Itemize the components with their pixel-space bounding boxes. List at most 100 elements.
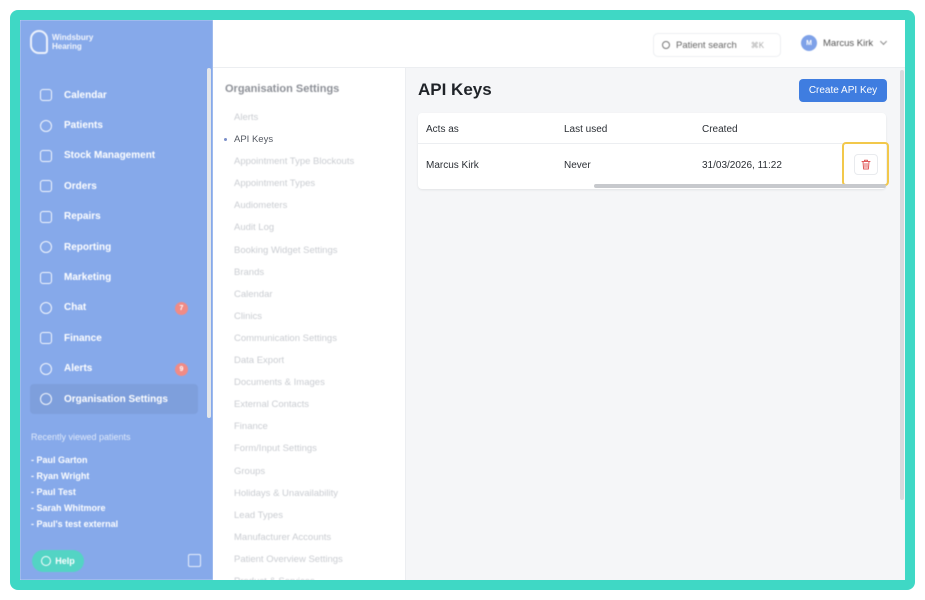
settings-item-product-services[interactable]: Product & Services [234, 571, 354, 580]
sidebar-item-alerts[interactable]: Alerts 9 [30, 354, 198, 384]
alerts-badge: 9 [175, 362, 188, 376]
page-title: API Keys [418, 80, 492, 99]
sidebar-item-label: Calendar [64, 89, 107, 101]
bell-icon [40, 362, 52, 375]
sidebar-item-chat[interactable]: Chat 7 [30, 293, 198, 323]
patients-icon [40, 119, 52, 132]
avatar: M [801, 35, 817, 51]
cell-last-used: Never [564, 160, 591, 171]
recent-patients-list: - Paul Garton - Ryan Wright - Paul Test … [31, 452, 118, 532]
recent-patient-item[interactable]: - Ryan Wright [31, 468, 118, 484]
help-button[interactable]: Help [32, 550, 84, 572]
create-api-key-button[interactable]: Create API Key [799, 79, 887, 102]
settings-item-api-keys[interactable]: API Keys [223, 129, 354, 151]
settings-item-booking-widget-settings[interactable]: Booking Widget Settings [234, 240, 354, 262]
sidebar-item-label: Repairs [64, 211, 101, 223]
settings-item-form-input-settings[interactable]: Form/Input Settings [234, 438, 354, 460]
sidebar-item-label: Alerts [64, 363, 93, 375]
top-bar: Patient search ⌘K M Marcus Kirk [213, 20, 905, 68]
user-name: Marcus Kirk [823, 37, 874, 49]
help-label: Help [55, 556, 75, 566]
user-menu[interactable]: M Marcus Kirk [801, 35, 888, 51]
recent-patient-item[interactable]: - Sarah Whitmore [31, 500, 118, 516]
sidebar-nav: Calendar Patients Stock Management Order… [30, 80, 198, 415]
settings-item-groups[interactable]: Groups [234, 461, 354, 483]
settings-title: Organisation Settings [225, 83, 340, 95]
sidebar-item-label: Orders [64, 180, 97, 192]
sidebar-item-label: Stock Management [64, 150, 156, 162]
sidebar-item-label: Reporting [64, 241, 112, 253]
sidebar-item-reporting[interactable]: Reporting [30, 232, 198, 262]
chat-badge: 7 [175, 301, 188, 315]
patient-search-button[interactable]: Patient search ⌘K [653, 33, 781, 57]
settings-item-finance[interactable]: Finance [234, 416, 354, 438]
chat-icon [40, 301, 52, 314]
sidebar-scrollbar[interactable] [207, 68, 211, 418]
sidebar-item-patients[interactable]: Patients [30, 110, 198, 140]
settings-nav: Organisation Settings Alerts API Keys Ap… [207, 68, 406, 580]
search-shortcut: ⌘K [750, 40, 765, 50]
sidebar-item-marketing[interactable]: Marketing [30, 262, 198, 292]
recent-patient-item[interactable]: - Paul Garton [31, 452, 118, 468]
chevron-down-icon [880, 37, 888, 46]
settings-item-calendar[interactable]: Calendar [234, 284, 354, 306]
sidebar-item-label: Marketing [64, 272, 112, 284]
delete-api-key-button[interactable] [854, 154, 878, 175]
settings-item-documents-images[interactable]: Documents & Images [234, 372, 354, 394]
cell-acts-as: Marcus Kirk [426, 160, 479, 171]
table-horizontal-scrollbar[interactable] [594, 184, 886, 188]
settings-item-holidays-unavailability[interactable]: Holidays & Unavailability [234, 483, 354, 505]
sidebar-item-label: Organisation Settings [64, 393, 168, 405]
sidebar-item-repairs[interactable]: Repairs [30, 202, 198, 232]
brand-name-line1: Windsbury [52, 33, 94, 42]
help-icon [41, 556, 52, 566]
settings-item-appointment-type-blockouts[interactable]: Appointment Type Blockouts [234, 151, 354, 173]
brand-name: Windsbury Hearing [52, 33, 93, 51]
settings-item-audiometers[interactable]: Audiometers [234, 195, 354, 217]
calendar-icon [40, 89, 52, 102]
sidebar-item-label: Finance [64, 332, 102, 344]
main-vertical-scrollbar[interactable] [900, 70, 904, 500]
settings-item-patient-overview-settings[interactable]: Patient Overview Settings [234, 549, 354, 571]
sidebar-item-stock-management[interactable]: Stock Management [30, 141, 198, 171]
column-header-acts-as: Acts as [426, 124, 459, 135]
table-header: Acts as Last used Created [418, 113, 886, 144]
column-header-created: Created [702, 124, 738, 135]
recent-patient-item[interactable]: - Paul's test external [31, 516, 118, 532]
mail-icon [40, 271, 52, 284]
sidebar-item-calendar[interactable]: Calendar [30, 80, 198, 110]
main-content: API Keys Create API Key Acts as Last use… [406, 68, 905, 580]
sidebar-item-organisation-settings[interactable]: Organisation Settings [30, 383, 198, 415]
settings-item-communication-settings[interactable]: Communication Settings [234, 328, 354, 350]
ear-icon [30, 30, 48, 54]
settings-item-brands[interactable]: Brands [234, 262, 354, 284]
card-icon [40, 332, 52, 345]
settings-item-external-contacts[interactable]: External Contacts [234, 394, 354, 416]
settings-item-lead-types[interactable]: Lead Types [234, 505, 354, 527]
api-keys-table: Acts as Last used Created Marcus Kirk Ne… [418, 113, 889, 189]
clipboard-icon [40, 149, 52, 162]
settings-item-data-export[interactable]: Data Export [234, 350, 354, 372]
settings-item-appointment-types[interactable]: Appointment Types [234, 173, 354, 195]
cell-created: 31/03/2026, 11:22 [702, 160, 782, 171]
sidebar: Windsbury Hearing Calendar Patients Stoc… [20, 20, 213, 580]
brand-logo[interactable]: Windsbury Hearing [30, 30, 93, 54]
patient-search-label: Patient search [676, 39, 737, 51]
settings-item-clinics[interactable]: Clinics [234, 306, 354, 328]
gear-icon [40, 393, 52, 406]
sidebar-item-label: Chat [64, 302, 87, 314]
sidebar-item-orders[interactable]: Orders [30, 171, 198, 201]
recent-patient-item[interactable]: - Paul Test [31, 484, 118, 500]
orders-icon [40, 180, 52, 193]
column-header-last-used: Last used [564, 124, 608, 135]
chart-icon [40, 241, 52, 254]
trash-icon [861, 159, 871, 170]
sidebar-item-finance[interactable]: Finance [30, 323, 198, 353]
settings-item-alerts[interactable]: Alerts [234, 107, 354, 129]
sidebar-item-label: Patients [64, 120, 103, 132]
settings-item-audit-log[interactable]: Audit Log [234, 217, 354, 239]
collapse-sidebar-icon[interactable] [188, 554, 201, 567]
settings-item-manufacturer-accounts[interactable]: Manufacturer Accounts [234, 527, 354, 549]
search-icon [662, 41, 670, 49]
wrench-icon [40, 210, 52, 223]
